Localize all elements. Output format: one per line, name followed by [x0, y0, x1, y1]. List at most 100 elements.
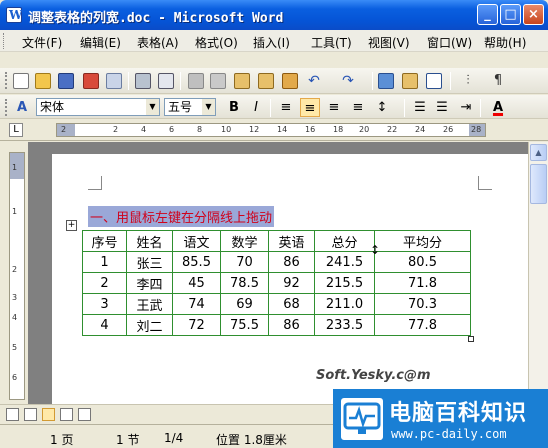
table-header-cell[interactable]: 数学	[220, 230, 269, 252]
insert-table-icon[interactable]	[426, 73, 442, 89]
table-cell[interactable]: 74	[172, 293, 221, 315]
word-app-icon[interactable]	[6, 7, 22, 23]
table-header-cell[interactable]: 总分	[314, 230, 375, 252]
toolbar-grip[interactable]	[5, 99, 8, 116]
styles-button[interactable]: A	[12, 98, 32, 117]
font-size-combo[interactable]: 五号 ▼	[164, 98, 216, 116]
table-cell[interactable]: 45	[172, 272, 221, 294]
redo-icon[interactable]: ↷	[340, 73, 356, 89]
undo-icon[interactable]: ↶	[306, 73, 322, 89]
line-spacing-icon[interactable]: ↕	[372, 98, 392, 117]
table-cell[interactable]: 211.0	[314, 293, 375, 315]
table-cell[interactable]: 85.5	[172, 251, 221, 273]
format-painter-icon[interactable]	[282, 73, 298, 89]
vertical-scrollbar[interactable]: ▲	[528, 142, 548, 404]
paste-special-icon[interactable]	[258, 73, 274, 89]
table-cell[interactable]: 233.5	[314, 314, 375, 336]
close-button[interactable]: ×	[523, 4, 544, 25]
table-cell[interactable]: 2	[82, 272, 127, 294]
table-cell[interactable]: 75.5	[220, 314, 269, 336]
table-cell[interactable]: 78.5	[220, 272, 269, 294]
table-cell[interactable]: 68	[268, 293, 315, 315]
table-cell[interactable]: 215.5	[314, 272, 375, 294]
menu-window[interactable]: 窗口(W)	[427, 34, 472, 51]
table-cell[interactable]: 71.8	[374, 272, 471, 294]
table-cell[interactable]: 70.3	[374, 293, 471, 315]
outline-view-icon[interactable]	[60, 408, 73, 421]
menu-table[interactable]: 表格(A)	[137, 34, 179, 51]
new-document-icon[interactable]	[13, 73, 29, 89]
justify-icon[interactable]: ≡	[348, 98, 368, 117]
hyperlink-icon[interactable]	[378, 73, 394, 89]
table-cell[interactable]: 王武	[126, 293, 173, 315]
menu-view[interactable]: 视图(V)	[368, 34, 410, 51]
table-cell[interactable]: 241.5	[314, 251, 375, 273]
tables-borders-icon[interactable]	[402, 73, 418, 89]
score-table[interactable]: 序号 姓名 语文 数学 英语 总分 平均分 1 张三 85.5 70 86 24…	[82, 230, 471, 336]
menu-help[interactable]: 帮助(H)	[484, 34, 526, 51]
menu-insert[interactable]: 插入(I)	[253, 34, 290, 51]
table-cell[interactable]: 4	[82, 314, 127, 336]
table-cell[interactable]: 张三	[126, 251, 173, 273]
open-folder-icon[interactable]	[35, 73, 51, 89]
table-header-cell[interactable]: 平均分	[374, 230, 471, 252]
italic-button[interactable]: I	[246, 98, 266, 117]
table-cell[interactable]: 70	[220, 251, 269, 273]
permission-icon[interactable]	[83, 73, 99, 89]
font-name-combo[interactable]: 宋体 ▼	[36, 98, 160, 116]
paste-icon[interactable]	[234, 73, 250, 89]
horizontal-ruler[interactable]: 2 2 4 6 8 10 12 14 16 18 20 22 24 26 28	[56, 123, 486, 137]
table-header-cell[interactable]: 姓名	[126, 230, 173, 252]
cut-icon[interactable]	[188, 73, 204, 89]
menu-file[interactable]: 文件(F)	[22, 34, 62, 51]
menu-edit[interactable]: 编辑(E)	[80, 34, 121, 51]
web-view-icon[interactable]	[24, 408, 37, 421]
table-header-cell[interactable]: 序号	[82, 230, 127, 252]
menu-tools[interactable]: 工具(T)	[311, 34, 352, 51]
table-cell[interactable]: 80.5	[374, 251, 471, 273]
align-right-icon[interactable]: ≡	[324, 98, 344, 117]
show-hide-icon[interactable]: ¶	[490, 73, 506, 89]
normal-view-icon[interactable]	[6, 408, 19, 421]
email-icon[interactable]	[106, 73, 122, 89]
table-cell[interactable]: 3	[82, 293, 127, 315]
table-cell[interactable]: 李四	[126, 272, 173, 294]
vertical-ruler[interactable]: 1 1 2 3 4 5 6	[9, 152, 25, 400]
chevron-down-icon[interactable]: ▼	[202, 99, 215, 115]
indent-icon[interactable]: ⇥	[456, 98, 476, 117]
copy-icon[interactable]	[210, 73, 226, 89]
table-cell[interactable]: 72	[172, 314, 221, 336]
table-cell[interactable]: 92	[268, 272, 315, 294]
reading-view-icon[interactable]	[78, 408, 91, 421]
print-layout-view-icon[interactable]	[42, 408, 55, 421]
table-header-cell[interactable]: 语文	[172, 230, 221, 252]
bold-button[interactable]: B	[224, 98, 244, 117]
table-cell[interactable]: 69	[220, 293, 269, 315]
numbering-icon[interactable]: ☰	[410, 98, 430, 117]
maximize-button[interactable]: □	[500, 4, 521, 25]
print-icon[interactable]	[135, 73, 151, 89]
tab-selector[interactable]: L	[9, 123, 23, 137]
menu-format[interactable]: 格式(O)	[195, 34, 238, 51]
print-preview-icon[interactable]	[158, 73, 174, 89]
document-page[interactable]: 一、用鼠标左键在分隔线上拖动 + 序号 姓名 语文 数学 英语 总分 平均分 1…	[52, 154, 528, 404]
table-header-cell[interactable]: 英语	[268, 230, 315, 252]
scroll-up-icon[interactable]: ▲	[530, 144, 547, 161]
table-cell[interactable]: 刘二	[126, 314, 173, 336]
align-left-icon[interactable]: ≡	[276, 98, 296, 117]
align-center-icon[interactable]: ≡	[300, 98, 320, 117]
columns-icon[interactable]: ⫶	[460, 73, 476, 89]
document-heading[interactable]: 一、用鼠标左键在分隔线上拖动	[88, 206, 275, 227]
scroll-thumb[interactable]	[530, 164, 547, 204]
table-cell[interactable]: 86	[268, 251, 315, 273]
table-cell[interactable]: 77.8	[374, 314, 471, 336]
minimize-button[interactable]: _	[477, 4, 498, 25]
toolbar-grip[interactable]	[5, 72, 8, 89]
chevron-down-icon[interactable]: ▼	[146, 99, 159, 115]
table-cell[interactable]: 1	[82, 251, 127, 273]
table-move-handle-icon[interactable]: +	[66, 220, 77, 231]
save-icon[interactable]	[58, 73, 74, 89]
bullets-icon[interactable]: ☰	[432, 98, 452, 117]
table-resize-handle[interactable]	[468, 336, 474, 342]
menubar-grip[interactable]	[3, 33, 6, 49]
